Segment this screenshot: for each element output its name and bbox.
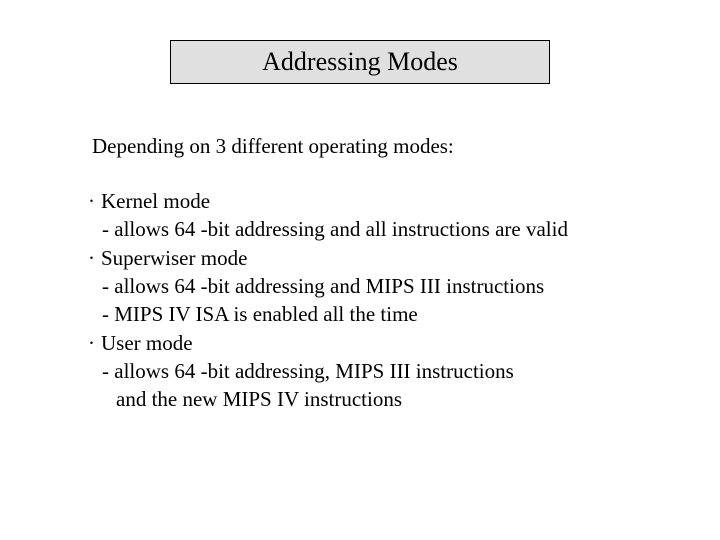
intro-text: Depending on 3 different operating modes… bbox=[92, 134, 640, 159]
mode-name: Superwiser mode bbox=[101, 244, 247, 272]
content-block: · Kernel mode - allows 64 -bit addressin… bbox=[88, 187, 640, 414]
bullet-icon: · bbox=[88, 244, 95, 272]
slide: Addressing Modes Depending on 3 differen… bbox=[0, 0, 720, 540]
mode-detail: and the new MIPS IV instructions bbox=[116, 385, 640, 413]
mode-detail: - allows 64 -bit addressing and all inst… bbox=[102, 215, 640, 243]
mode-item: · Kernel mode bbox=[88, 187, 640, 215]
mode-name: User mode bbox=[101, 329, 193, 357]
mode-detail: - allows 64 -bit addressing, MIPS III in… bbox=[102, 357, 640, 385]
mode-item: · Superwiser mode bbox=[88, 244, 640, 272]
mode-item: · User mode bbox=[88, 329, 640, 357]
title-box: Addressing Modes bbox=[170, 40, 550, 84]
slide-title: Addressing Modes bbox=[191, 47, 529, 77]
bullet-icon: · bbox=[88, 329, 95, 357]
mode-detail: - allows 64 -bit addressing and MIPS III… bbox=[102, 272, 640, 300]
mode-detail: - MIPS IV ISA is enabled all the time bbox=[102, 300, 640, 328]
mode-name: Kernel mode bbox=[101, 187, 210, 215]
bullet-icon: · bbox=[88, 187, 95, 215]
